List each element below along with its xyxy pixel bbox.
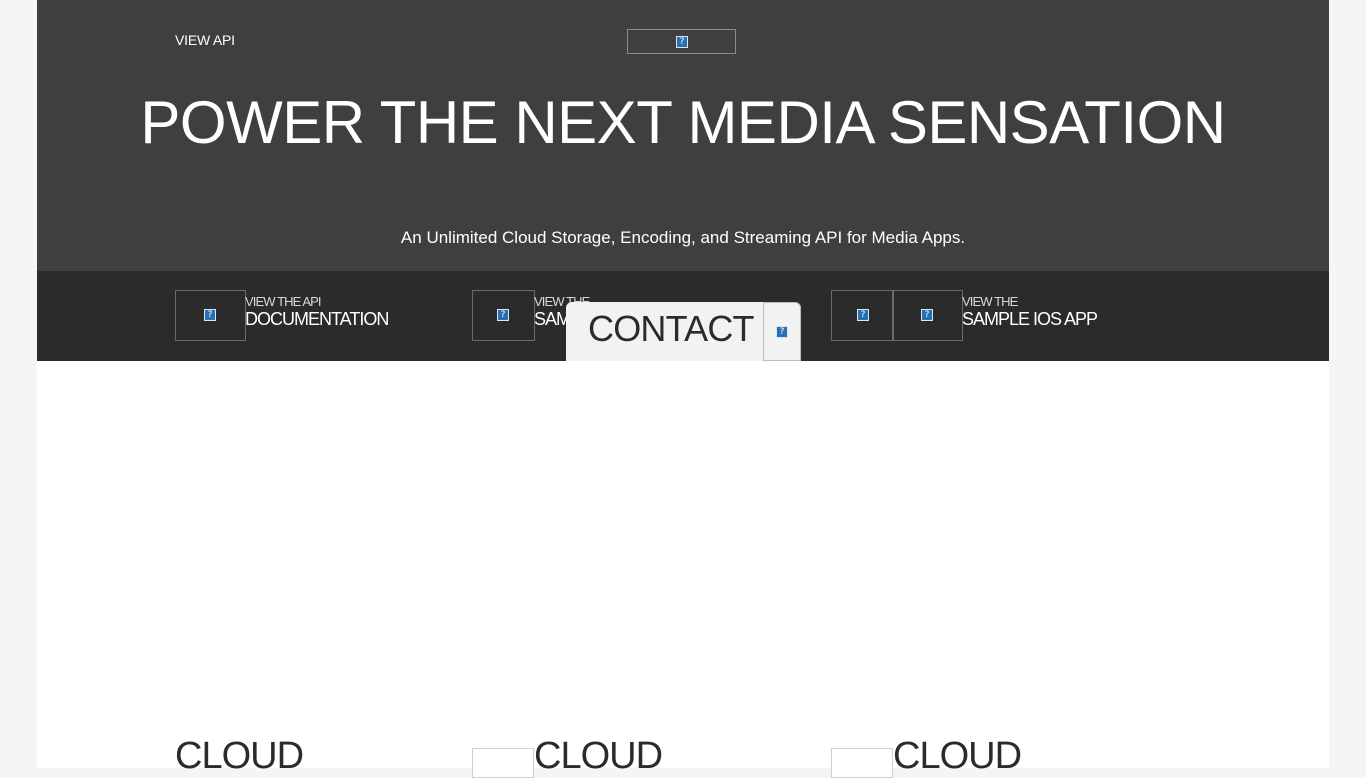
cta-sample-label[interactable]: SAM — [534, 309, 571, 330]
feature-heading-2: CLOUD — [534, 735, 663, 777]
hero-subtitle: An Unlimited Cloud Storage, Encoding, an… — [400, 228, 966, 247]
logo[interactable]: ? — [627, 29, 736, 54]
hero-section: VIEW API ? POWER THE NEXT MEDIA SENSATIO… — [37, 0, 1329, 271]
cta-ios-icon-box-1[interactable]: ? — [831, 290, 894, 341]
cta-ios-icon-box-2[interactable]: ? — [892, 290, 963, 341]
contact-tab[interactable]: CONTACT ? — [566, 302, 801, 361]
broken-image-icon: ? — [676, 36, 688, 48]
feature-heading-1: CLOUD — [175, 735, 304, 777]
hero-title: POWER THE NEXT MEDIA SENSATION — [37, 92, 1329, 153]
cta-ios-small-label[interactable]: VIEW THE — [962, 294, 1018, 309]
contact-label[interactable]: CONTACT — [588, 308, 755, 350]
broken-image-icon: ? — [204, 309, 216, 321]
cta-documentation-icon-box[interactable]: ? — [175, 290, 246, 341]
feature-image-3 — [831, 748, 893, 778]
broken-image-icon: ? — [921, 309, 933, 321]
cta-sample-icon-box[interactable]: ? — [472, 290, 535, 341]
cta-documentation-small-label[interactable]: VIEW THE API — [245, 294, 322, 309]
feature-heading-3: CLOUD — [893, 735, 1022, 777]
cta-ios-label[interactable]: SAMPLE IOS APP — [962, 309, 1098, 330]
page-container: VIEW API ? POWER THE NEXT MEDIA SENSATIO… — [37, 0, 1329, 778]
contact-icon-box[interactable]: ? — [763, 302, 801, 361]
hero-title-text: POWER THE NEXT MEDIA SENSATION — [140, 89, 1226, 156]
broken-image-icon: ? — [497, 309, 509, 321]
broken-image-icon: ? — [776, 326, 788, 338]
broken-image-icon: ? — [857, 309, 869, 321]
feature-image-2 — [472, 748, 534, 778]
view-api-link[interactable]: VIEW API — [175, 32, 235, 48]
cta-documentation-label[interactable]: DOCUMENTATION — [245, 309, 389, 330]
